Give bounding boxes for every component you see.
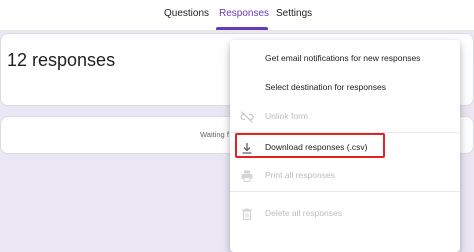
menu-item-label: Delete all responses: [265, 208, 343, 218]
menu-item-email-notifications[interactable]: Get email notifications for new response…: [230, 45, 460, 73]
menu-divider: [230, 191, 460, 192]
menu-item-label: Download responses (.csv): [265, 142, 368, 152]
menu-item-label: Get email notifications for new response…: [265, 53, 421, 63]
top-tab-bar: Questions Responses Settings: [0, 0, 474, 31]
tab-questions[interactable]: Questions: [164, 8, 209, 19]
trash-icon: [242, 208, 252, 221]
menu-item-print-all: Print all responses: [230, 162, 460, 190]
menu-item-unlink-form: Unlink form: [230, 103, 460, 131]
tab-settings[interactable]: Settings: [276, 8, 312, 19]
active-tab-indicator: [216, 27, 268, 30]
menu-item-download-responses[interactable]: Download responses (.csv): [230, 134, 460, 162]
responses-options-menu: Get email notifications for new response…: [230, 40, 460, 252]
menu-item-delete-all: Delete all responses: [230, 200, 460, 228]
menu-item-label: Unlink form: [265, 111, 308, 121]
link-off-icon: [240, 111, 254, 123]
menu-item-label: Select destination for responses: [265, 82, 386, 92]
download-icon: [242, 143, 252, 154]
waiting-text: Waiting f: [200, 130, 229, 139]
tab-responses[interactable]: Responses: [219, 8, 269, 19]
responses-count: 12 responses: [7, 50, 116, 70]
menu-item-label: Print all responses: [265, 170, 335, 180]
menu-divider: [230, 132, 460, 133]
menu-item-select-destination[interactable]: Select destination for responses: [230, 74, 460, 102]
print-icon: [241, 170, 253, 182]
